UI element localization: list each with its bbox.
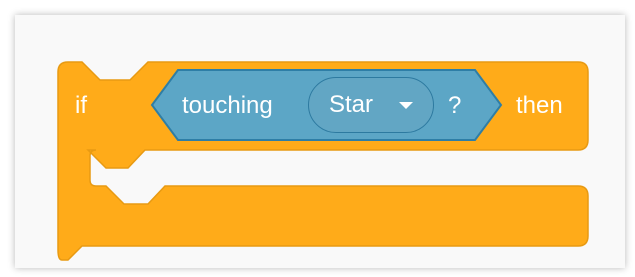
question-mark-label: ?: [448, 92, 462, 119]
dropdown-value: Star: [329, 91, 374, 118]
triangle-down-icon: [399, 102, 413, 109]
if-then-block-shape[interactable]: [0, 0, 635, 277]
then-label: then: [516, 92, 563, 119]
touching-target-dropdown[interactable]: Star: [308, 77, 434, 133]
touching-label: touching: [182, 92, 273, 119]
script-area: if touching Star ? then: [0, 0, 635, 277]
if-label: if: [75, 92, 87, 119]
